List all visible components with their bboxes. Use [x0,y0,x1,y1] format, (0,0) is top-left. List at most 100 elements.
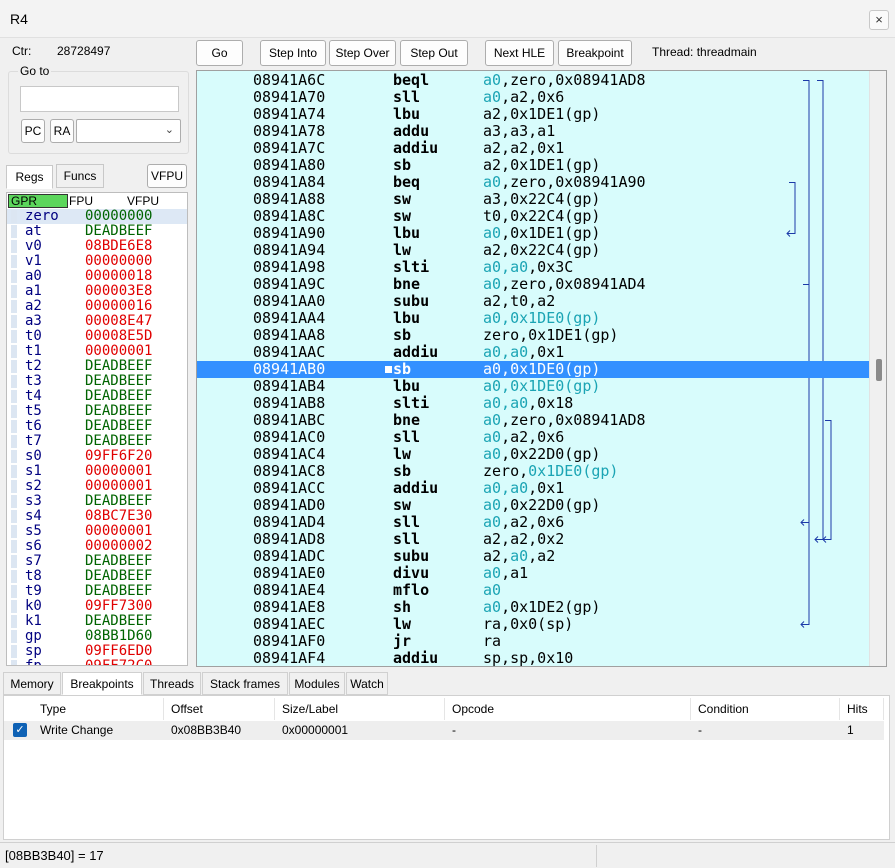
register-row[interactable]: v0 08BDE6E8 [7,239,187,254]
goto-input[interactable] [20,86,179,112]
pc-button[interactable]: PC [21,119,45,143]
disassembly-line[interactable]: 08941AE4 mflo a0 [197,582,869,599]
disassembly-line[interactable]: 08941A74 lbu a2,0x1DE1(gp) [197,106,869,123]
register-row[interactable]: k1 DEADBEEF [7,614,187,629]
disassembly-line[interactable]: 08941ABC bne a0,zero,0x08941AD8 [197,412,869,429]
disassembly-line[interactable]: 08941AB8 slti a0,a0,0x18 [197,395,869,412]
disassembly-line[interactable]: 08941ACC addiu a0,a0,0x1 [197,480,869,497]
disassembly-line[interactable]: 08941AC4 lw a0,0x22D0(gp) [197,446,869,463]
register-row[interactable]: t8 DEADBEEF [7,569,187,584]
disassembly-line[interactable]: 08941AAC addiu a0,a0,0x1 [197,344,869,361]
tab-threads[interactable]: Threads [143,672,201,695]
disassembly-line[interactable]: 08941AB4 lbu a0,0x1DE0(gp) [197,378,869,395]
column-header-condition[interactable]: Condition [691,698,840,720]
disassembly-line[interactable]: 08941AF4 addiu sp,sp,0x10 [197,650,869,667]
tab-funcs[interactable]: Funcs [56,164,104,188]
column-header-opcode[interactable]: Opcode [445,698,691,720]
disassembly-line[interactable]: 08941AEC lw ra,0x0(sp) [197,616,869,633]
step-out-button[interactable]: Step Out [400,40,468,66]
disassembly-line[interactable]: 08941A70 sll a0,a2,0x6 [197,89,869,106]
disassembly-line[interactable]: 08941AD4 sll a0,a2,0x6 [197,514,869,531]
register-row[interactable]: at DEADBEEF [7,224,187,239]
disassembly-line[interactable]: 08941A6C beql a0,zero,0x08941AD8 [197,72,869,89]
disassembly-line[interactable]: 08941A80 sb a2,0x1DE1(gp) [197,157,869,174]
disassembly-line[interactable]: 08941AF0 jr ra [197,633,869,650]
register-row[interactable]: s5 00000001 [7,524,187,539]
register-row[interactable]: t5 DEADBEEF [7,404,187,419]
register-row[interactable]: v1 00000000 [7,254,187,269]
next-hle-button[interactable]: Next HLE [485,40,554,66]
register-row[interactable]: a3 00008E47 [7,314,187,329]
register-row[interactable]: s6 00000002 [7,539,187,554]
disassembly-line[interactable]: 08941AE0 divu a0,a1 [197,565,869,582]
disassembly-line[interactable]: 08941ADC subu a2,a0,a2 [197,548,869,565]
register-row[interactable]: t3 DEADBEEF [7,374,187,389]
register-row[interactable]: s7 DEADBEEF [7,554,187,569]
register-row[interactable]: gp 08BB1D60 [7,629,187,644]
disassembly-line[interactable]: 08941AA4 lbu a0,0x1DE0(gp) [197,310,869,327]
close-icon[interactable]: × [869,10,889,30]
register-row[interactable]: t1 00000001 [7,344,187,359]
step-over-button[interactable]: Step Over [329,40,396,66]
disassembly-line[interactable]: 08941AC0 sll a0,a2,0x6 [197,429,869,446]
goto-select[interactable]: ⌄ [76,119,181,143]
register-row[interactable]: t0 00008E5D [7,329,187,344]
disassembly-line[interactable]: 08941AB0 sb a0,0x1DE0(gp) [197,361,869,378]
tab-gpr[interactable]: GPR [8,194,68,208]
ra-button[interactable]: RA [50,119,74,143]
register-row[interactable]: t2 DEADBEEF [7,359,187,374]
register-row[interactable]: t7 DEADBEEF [7,434,187,449]
tab-memory[interactable]: Memory [3,672,61,695]
disassembly-line[interactable]: 08941A8C sw t0,0x22C4(gp) [197,208,869,225]
column-header-size-label[interactable]: Size/Label [275,698,445,720]
register-row[interactable]: t6 DEADBEEF [7,419,187,434]
disassembly-line[interactable]: 08941A78 addu a3,a3,a1 [197,123,869,140]
register-row[interactable]: s4 08BC7E30 [7,509,187,524]
disassembly-line[interactable]: 08941A90 lbu a0,0x1DE1(gp) [197,225,869,242]
column-header-offset[interactable]: Offset [164,698,275,720]
tab-stack-frames[interactable]: Stack frames [202,672,288,695]
disassembly-scrollbar[interactable] [869,71,886,666]
tab-vfpu-regs[interactable]: VFPU [127,194,159,208]
register-row[interactable]: s2 00000001 [7,479,187,494]
disassembly-line[interactable]: 08941A98 slti a0,a0,0x3C [197,259,869,276]
register-row[interactable]: t4 DEADBEEF [7,389,187,404]
checkbox-checked-icon[interactable]: ✓ [13,723,27,737]
register-row[interactable]: a2 00000016 [7,299,187,314]
register-row[interactable]: a1 000003E8 [7,284,187,299]
table-row[interactable]: ✓ Write Change 0x08BB3B40 0x00000001 - - 1 [4,721,884,740]
tab-breakpoints[interactable]: Breakpoints [62,672,142,695]
disassembly-line[interactable]: 08941AC8 sb zero,0x1DE0(gp) [197,463,869,480]
disassembly-line[interactable]: 08941AD0 sw a0,0x22D0(gp) [197,497,869,514]
scrollbar-thumb[interactable] [876,359,882,381]
breakpoint-button[interactable]: Breakpoint [558,40,632,66]
disassembly-line[interactable]: 08941A94 lw a2,0x22C4(gp) [197,242,869,259]
tab-modules[interactable]: Modules [289,672,345,695]
disassembly-line[interactable]: 08941AD8 sll a2,a2,0x2 [197,531,869,548]
register-row[interactable]: sp 09FF6ED0 [7,644,187,659]
disassembly-line[interactable]: 08941AE8 sh a0,0x1DE2(gp) [197,599,869,616]
disassembly-view[interactable]: 08941A6C beql a0,zero,0x08941AD8 08941A70 sl… [196,70,887,667]
register-row[interactable]: zero 00000000 [7,209,187,224]
disassembly-line[interactable]: 08941AA0 subu a2,t0,a2 [197,293,869,310]
disassembly-line[interactable]: 08941A7C addiu a2,a2,0x1 [197,140,869,157]
step-into-button[interactable]: Step Into [260,40,326,66]
disassembly-line[interactable]: 08941A88 sw a3,0x22C4(gp) [197,191,869,208]
register-row[interactable]: s1 00000001 [7,464,187,479]
register-row[interactable]: s3 DEADBEEF [7,494,187,509]
register-row[interactable]: t9 DEADBEEF [7,584,187,599]
vfpu-button[interactable]: VFPU [147,164,187,188]
disassembly-line[interactable]: 08941AA8 sb zero,0x1DE1(gp) [197,327,869,344]
register-row[interactable]: k0 09FF7300 [7,599,187,614]
register-row[interactable]: s0 09FF6F20 [7,449,187,464]
register-row[interactable]: a0 00000018 [7,269,187,284]
disassembly-line[interactable]: 08941A84 beq a0,zero,0x08941A90 [197,174,869,191]
column-header-type[interactable]: Type [33,698,164,720]
tab-watch[interactable]: Watch [346,672,388,695]
disassembly-line[interactable]: 08941A9C bne a0,zero,0x08941AD4 [197,276,869,293]
tab-fpu[interactable]: FPU [69,194,93,208]
go-button[interactable]: Go [196,40,243,66]
tab-regs[interactable]: Regs [6,165,53,189]
register-row[interactable]: fp 09FF72C0 [7,659,187,665]
column-header-hits[interactable]: Hits [840,698,884,720]
